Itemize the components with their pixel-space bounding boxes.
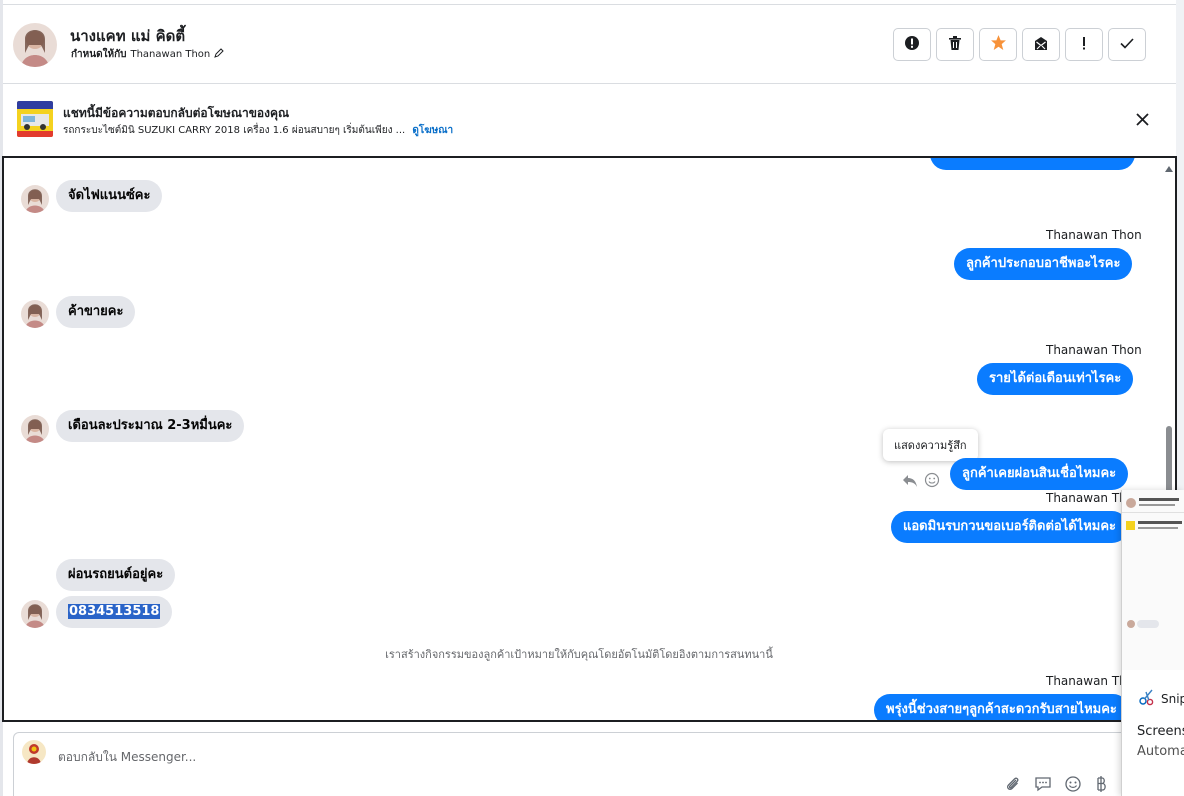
reaction-tooltip: แสดงความรู้สึก [883,429,978,461]
incoming-message[interactable]: จัดไฟแนนซ์คะ [56,180,163,212]
pencil-icon[interactable] [214,48,224,61]
snip-preview-thumbnail[interactable] [1122,490,1184,670]
assignee-name[interactable]: Thanawan Thon [130,49,210,60]
saved-reply-icon[interactable] [1034,775,1052,796]
star-icon [990,34,1007,55]
message-thread[interactable]: จัดไฟแนนซ์คะ Thanawan Thon ลูกค้าประกอบอ… [2,156,1177,722]
outgoing-message[interactable]: ลูกค้าเคยผ่อนสินเชื่อไหมคะ [950,458,1129,490]
incoming-message[interactable]: ผ่อนรถยนต์อยู่คะ [56,559,176,591]
close-icon [1135,111,1149,130]
outgoing-message[interactable]: แอดมินรบกวนขอเบอร์ติดต่อได้ไหมคะ [891,511,1129,543]
reply-composer: ตอบกลับใน Messenger... [13,732,1176,796]
snip-app-name: Snip [1161,691,1184,706]
snipping-tool-icon [1138,688,1156,709]
incoming-message[interactable]: เดือนละประมาณ 2-3หมื่นคะ [56,410,245,442]
customer-avatar[interactable] [21,300,49,328]
incoming-message[interactable]: ค้าขายคะ [56,296,136,328]
checkmark-icon [1119,35,1135,55]
important-icon [1076,35,1092,55]
snip-message-body: Automa [1137,744,1184,759]
activity-note: เราสร้างกิจกรรมของลูกค้าเป้าหมายให้กับคุ… [385,648,773,661]
spam-button[interactable] [893,28,931,61]
snipping-tool-notification[interactable]: Snip Screens Automa [1121,490,1184,796]
ad-thumbnail[interactable] [17,101,53,137]
customer-avatar[interactable] [21,185,49,213]
reply-input[interactable]: ตอบกลับใน Messenger... [58,748,196,767]
selected-phone-number[interactable]: 0834513518 [68,604,161,619]
important-button[interactable] [1065,28,1103,61]
incoming-phone-message[interactable]: 0834513518 [56,596,173,628]
composer-toolbar [1004,775,1108,796]
message-actions [902,472,940,492]
snip-app-header: Snip [1138,688,1184,709]
star-button[interactable] [979,28,1017,61]
scroll-up-arrow-icon[interactable] [1165,166,1173,172]
scroll-thumb[interactable] [1166,426,1172,496]
partial-outgoing-bubble [930,158,1135,170]
ad-banner-title: แชทนี้มีข้อความตอบกลับต่อโฆษณาของคุณ [63,106,290,120]
conversation-header: นางแคท แม่ คิดตี้ กำหนดให้กับ Thanawan T… [3,4,1176,84]
baht-payment-icon[interactable] [1094,775,1108,796]
customer-avatar[interactable] [21,415,49,443]
view-ad-link[interactable]: ดูโฆษณา [412,125,453,136]
message-sender-name: Thanawan Thon [1046,228,1142,242]
message-sender-name: Thanawan Thon [1046,343,1142,357]
outgoing-message[interactable]: พรุ่งนี้ช่วงสายๆลูกค้าสะดวกรับสายไหมคะ [874,694,1129,720]
emoji-icon[interactable] [1064,775,1082,796]
delete-button[interactable] [936,28,974,61]
assign-prefix: กำหนดให้กับ [71,49,127,60]
done-button[interactable] [1108,28,1146,61]
ad-reply-banner: แชทนี้มีข้อความตอบกลับต่อโฆษณาของคุณ รถก… [3,86,1176,156]
customer-avatar[interactable] [21,600,49,628]
spam-icon [904,35,920,55]
snip-message-title: Screens [1137,724,1184,739]
attachment-icon[interactable] [1004,775,1022,796]
close-banner-button[interactable] [1131,109,1153,131]
outgoing-message[interactable]: รายได้ต่อเดือนเท่าไรคะ [977,363,1134,395]
react-emoji-icon[interactable] [924,472,940,492]
mark-unread-button[interactable] [1022,28,1060,61]
contact-name: นางแคท แม่ คิดตี้ [70,27,186,45]
ad-description-text: รถกระบะไซต์มินิ SUZUKI CARRY 2018 เครื่อ… [63,125,406,136]
reply-icon[interactable] [902,473,918,492]
trash-icon [947,35,963,55]
contact-avatar[interactable] [13,23,57,67]
page-avatar [22,740,46,764]
outgoing-message[interactable]: ลูกค้าประกอบอาชีพอะไรคะ [954,248,1133,280]
header-toolbar [893,28,1146,61]
ad-banner-description: รถกระบะไซต์มินิ SUZUKI CARRY 2018 เครื่อ… [63,123,453,138]
mark-unread-icon [1033,35,1049,55]
assignment-row[interactable]: กำหนดให้กับ Thanawan Thon [71,47,224,62]
